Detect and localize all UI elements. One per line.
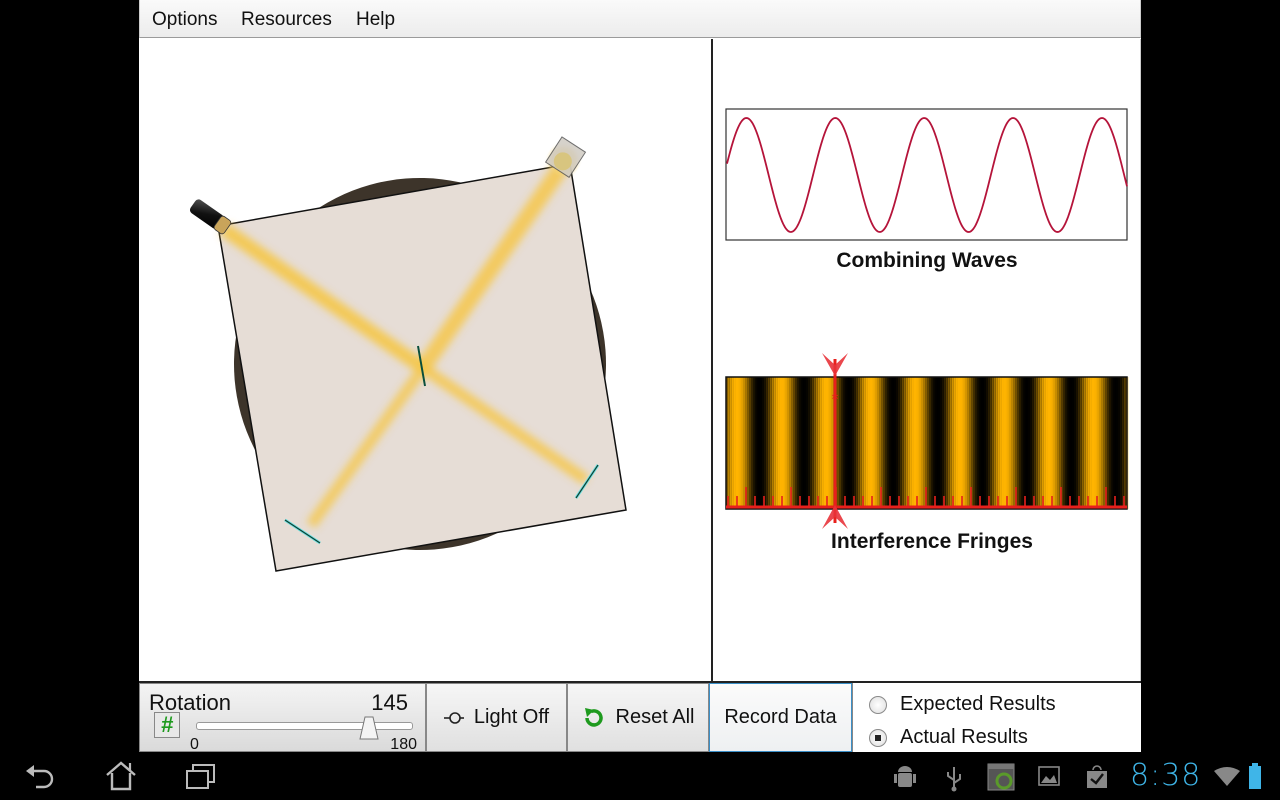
back-icon[interactable] (24, 764, 56, 790)
simulation-canvas[interactable] (139, 39, 711, 681)
fringe-bands (726, 377, 1129, 509)
menu-resources[interactable]: Resources (241, 9, 332, 31)
reset-all-button[interactable]: Reset All (567, 683, 709, 752)
rotation-value: 145 (371, 690, 408, 715)
interference-fringes-graph: * (725, 353, 1129, 529)
android-debug-icon (894, 766, 916, 787)
rotation-slider-thumb[interactable] (359, 716, 379, 740)
radio-actual-results[interactable]: Actual Results (869, 726, 1028, 749)
recent-apps-icon[interactable] (186, 764, 216, 790)
waves-title: Combining Waves (836, 249, 1018, 272)
light-toggle-button[interactable]: Light Off (426, 683, 567, 752)
sync-app-icon (987, 763, 1015, 791)
interferometer-drawing (188, 136, 627, 572)
app-window: Options Resources Help Combining Waves *… (139, 0, 1141, 753)
light-toggle-label: Light Off (473, 706, 550, 728)
fringes-title: Interference Fringes (831, 530, 1033, 553)
light-bulb-icon (443, 711, 464, 725)
menu-options[interactable]: Options (152, 9, 217, 31)
menu-bar: Options Resources Help (139, 0, 1141, 38)
home-icon[interactable] (105, 761, 137, 791)
combining-waves-graph (725, 108, 1128, 241)
status-clock: 8:38 (1130, 758, 1202, 793)
usb-icon (947, 767, 961, 792)
numeric-entry-button[interactable]: # (154, 712, 180, 738)
radio-expected-indicator[interactable] (869, 695, 887, 714)
radio-actual-indicator[interactable] (869, 728, 887, 747)
reset-all-label: Reset All (615, 706, 695, 728)
controls-bar: Rotation 145 # 0 180 Light Off Reset All… (139, 681, 1141, 753)
results-mode-group: Expected Results Actual Results (852, 683, 1141, 752)
marker-star: * (832, 392, 839, 408)
record-data-button[interactable]: Record Data (709, 683, 852, 752)
gallery-icon (1038, 766, 1060, 786)
rotation-slider-track[interactable] (196, 722, 413, 730)
store-download-icon (1087, 765, 1107, 788)
record-data-label: Record Data (724, 706, 837, 728)
menu-help[interactable]: Help (356, 9, 395, 31)
battery-icon (1249, 763, 1261, 789)
light-source-icon[interactable] (188, 198, 232, 235)
rotation-control: Rotation 145 # 0 180 (139, 683, 426, 753)
radio-expected-label: Expected Results (900, 693, 1056, 715)
radio-expected-results[interactable]: Expected Results (869, 693, 1056, 716)
system-bar (0, 752, 1280, 800)
radio-actual-label: Actual Results (900, 726, 1028, 748)
reset-icon (582, 706, 606, 730)
results-panels: Combining Waves * Interference Fringes (713, 39, 1141, 681)
wifi-icon (1214, 767, 1240, 786)
